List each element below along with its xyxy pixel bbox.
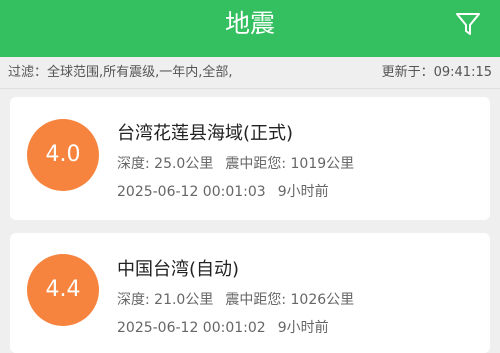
quake-depth-row: 深度: 21.0公里 震中距您: 1026公里 [117, 289, 354, 309]
quake-datetime: 2025-06-12 00:01:02 [117, 320, 266, 336]
quake-time-row: 2025-06-12 00:01:02 9小时前 [117, 317, 329, 337]
quake-depth: 深度: 25.0公里 [117, 156, 214, 172]
quake-location: 中国台湾(自动) [117, 259, 240, 280]
quake-ago: 9小时前 [277, 184, 329, 200]
quake-card[interactable]: 4.4 中国台湾(自动) 深度: 21.0公里 震中距您: 1026公里 2025… [10, 233, 490, 353]
quake-card[interactable]: 4.0 台湾花莲县海域(正式) 深度: 25.0公里 震中距您: 1019公里 2… [10, 97, 490, 220]
magnitude-badge: 4.0 [27, 119, 99, 191]
quake-depth: 深度: 21.0公里 [117, 292, 214, 308]
quake-time-row: 2025-06-12 00:01:03 9小时前 [117, 181, 329, 201]
quake-location: 台湾花莲县海域(正式) [117, 123, 294, 144]
filter-summary[interactable]: 过滤：全球范围,所有震级,一年内,全部, [8, 57, 233, 89]
updated-time: 更新于：09:41:15 [381, 65, 492, 80]
filter-bar: 过滤：全球范围,所有震级,一年内,全部, 更新于：09:41:15 [0, 57, 500, 89]
quake-depth-row: 深度: 25.0公里 震中距您: 1019公里 [117, 153, 354, 173]
quake-datetime: 2025-06-12 00:01:03 [117, 184, 266, 200]
magnitude-badge: 4.4 [27, 254, 99, 326]
quake-distance: 震中距您: 1026公里 [225, 292, 355, 308]
quake-distance: 震中距您: 1019公里 [225, 156, 355, 172]
app-header: 地震 [0, 0, 500, 57]
quake-ago: 9小时前 [277, 320, 329, 336]
page-title: 地震 [224, 9, 275, 38]
filter-icon[interactable] [454, 10, 482, 38]
